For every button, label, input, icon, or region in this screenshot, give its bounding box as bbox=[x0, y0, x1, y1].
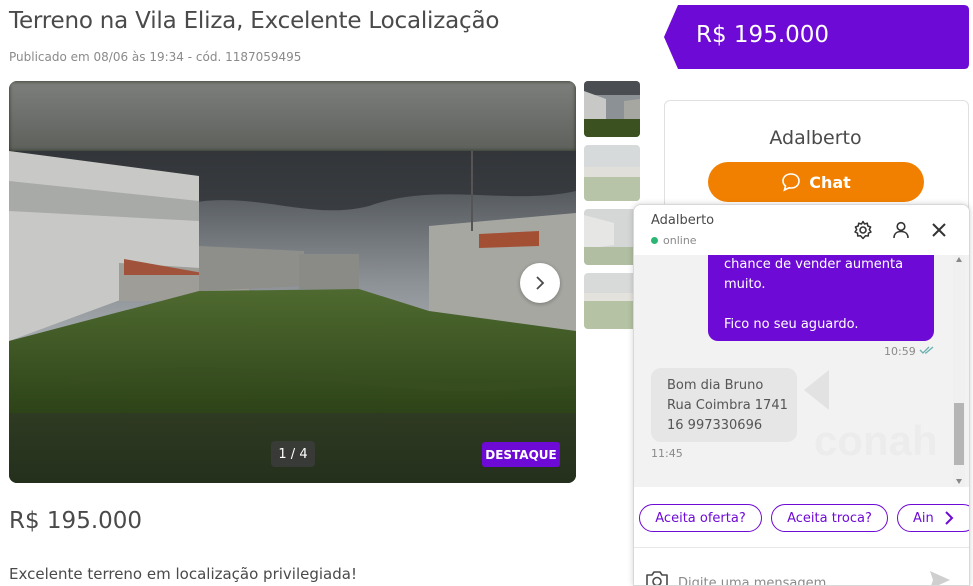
chevron-right-icon bbox=[945, 511, 954, 525]
thumbnail-3[interactable] bbox=[584, 209, 640, 265]
quick-reply-chip[interactable]: Ain bbox=[897, 504, 969, 532]
main-photo-gallery[interactable]: 1 / 4 DESTAQUE bbox=[9, 81, 576, 483]
user-icon bbox=[893, 221, 909, 239]
chat-contact-name: Adalberto bbox=[651, 213, 715, 228]
scroll-up-arrow-icon bbox=[956, 257, 962, 262]
listing-description: Excelente terreno em localização privile… bbox=[9, 565, 357, 583]
thumbnail-4[interactable] bbox=[584, 273, 640, 329]
scroll-down-arrow-icon bbox=[956, 479, 962, 484]
chevron-right-icon bbox=[536, 276, 545, 290]
quick-reply-chip[interactable]: Aceita troca? bbox=[771, 504, 888, 532]
message-timestamp: 10:59 bbox=[884, 345, 935, 358]
chat-window: Adalberto online conah chance de vender … bbox=[633, 204, 970, 586]
message-input-bar bbox=[634, 547, 969, 585]
listing-title: Terreno na Vila Eliza, Excelente Localiz… bbox=[9, 8, 500, 34]
gear-icon bbox=[854, 220, 872, 240]
photo-blur-top bbox=[9, 81, 576, 151]
quick-reply-chip[interactable]: Aceita oferta? bbox=[639, 504, 762, 532]
read-receipt-icon bbox=[919, 346, 934, 354]
quick-replies-next-button[interactable] bbox=[940, 509, 958, 527]
message-line: chance de vender aumenta bbox=[724, 257, 904, 272]
quick-replies: Aceita oferta? Aceita troca? Ain bbox=[634, 487, 969, 547]
timestamp-text: 10:59 bbox=[884, 345, 916, 358]
listing-meta: Publicado em 08/06 às 19:34 - cód. 11870… bbox=[9, 50, 302, 64]
photo-counter: 1 / 4 bbox=[271, 441, 315, 467]
message-line: muito. bbox=[724, 277, 766, 292]
chat-messages[interactable]: conah chance de vender aumenta muito. Fi… bbox=[634, 255, 969, 487]
online-status-text: online bbox=[663, 234, 697, 247]
chat-scrollbar-thumb[interactable] bbox=[954, 403, 964, 465]
thumbnail-image bbox=[584, 273, 640, 329]
message-line: Rua Coimbra 1741 bbox=[667, 398, 788, 413]
thumbnail-1[interactable] bbox=[584, 81, 640, 137]
message-line: Fico no seu aguardo. bbox=[724, 317, 859, 332]
watermark-logo: conah bbox=[804, 370, 938, 464]
highlight-badge: DESTAQUE bbox=[482, 442, 560, 467]
message-timestamp: 11:45 bbox=[651, 447, 683, 460]
price-banner-text: R$ 195.000 bbox=[696, 22, 830, 48]
message-outgoing: chance de vender aumenta muito. Fico no … bbox=[708, 255, 934, 341]
message-line: 16 997330696 bbox=[667, 418, 763, 433]
next-photo-button[interactable] bbox=[520, 263, 560, 303]
listing-price: R$ 195.000 bbox=[9, 508, 143, 534]
main-photo bbox=[9, 151, 576, 413]
thumbnail-image bbox=[584, 81, 640, 137]
chat-settings-button[interactable] bbox=[852, 219, 874, 241]
svg-text:conah: conah bbox=[814, 417, 938, 464]
seller-name: Adalberto bbox=[769, 127, 862, 149]
chat-header: Adalberto online bbox=[634, 205, 969, 256]
thumbnail-2[interactable] bbox=[584, 145, 640, 201]
chat-close-button[interactable] bbox=[928, 219, 950, 241]
message-input[interactable] bbox=[678, 573, 928, 585]
close-icon bbox=[932, 223, 946, 237]
online-status-dot bbox=[651, 237, 658, 244]
message-incoming: Bom dia Bruno Rua Coimbra 1741 16 997330… bbox=[651, 368, 797, 442]
chat-bubble-icon bbox=[782, 173, 801, 192]
chat-button[interactable]: Chat bbox=[708, 162, 924, 202]
chat-button-label: Chat bbox=[809, 172, 851, 192]
chat-profile-button[interactable] bbox=[890, 219, 912, 241]
thumbnail-image bbox=[584, 209, 640, 265]
message-line: Bom dia Bruno bbox=[667, 378, 764, 393]
thumbnail-image bbox=[584, 145, 640, 201]
